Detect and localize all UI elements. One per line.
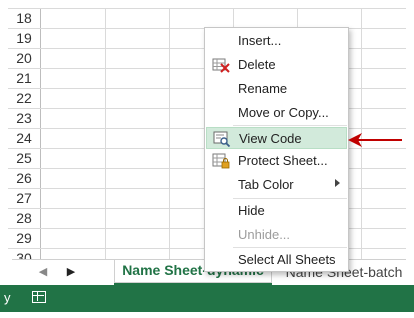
row-header[interactable]: 24 xyxy=(8,129,41,149)
delete-sheet-icon xyxy=(212,57,230,73)
row-header[interactable]: 19 xyxy=(8,29,41,49)
row-header[interactable]: 18 xyxy=(8,9,41,29)
red-arrow-icon xyxy=(348,133,402,147)
view-code-icon xyxy=(213,131,231,148)
row-header[interactable]: 30 xyxy=(8,249,41,259)
scroll-right-icon[interactable]: ▶ xyxy=(62,260,80,285)
row-header[interactable]: 21 xyxy=(8,69,41,89)
menu-item-select-all-sheets[interactable]: Select All Sheets xyxy=(206,249,347,271)
row-header[interactable]: 20 xyxy=(8,49,41,69)
row-header[interactable]: 29 xyxy=(8,229,41,249)
status-bar: y xyxy=(0,285,414,312)
menu-item-label: Delete xyxy=(238,57,276,72)
row-header[interactable]: 23 xyxy=(8,109,41,129)
status-mode-text: y xyxy=(4,290,11,305)
menu-item-label: Move or Copy... xyxy=(238,105,329,120)
menu-separator xyxy=(233,247,347,248)
menu-item-label: Protect Sheet... xyxy=(238,153,328,168)
row-header[interactable]: 28 xyxy=(8,209,41,229)
menu-item-label: View Code xyxy=(239,131,302,146)
scroll-left-icon[interactable]: ◀ xyxy=(34,260,52,285)
sheet-context-menu: Insert... Delete Rename Move or Copy... xyxy=(204,27,349,272)
menu-item-delete[interactable]: Delete xyxy=(206,54,347,76)
menu-item-label: Unhide... xyxy=(238,227,291,242)
submenu-arrow-icon xyxy=(335,179,340,187)
row-header[interactable]: 22 xyxy=(8,89,41,109)
menu-item-label: Insert... xyxy=(238,33,282,48)
menu-item-rename[interactable]: Rename xyxy=(206,78,347,100)
row-header[interactable]: 27 xyxy=(8,189,41,209)
menu-item-hide[interactable]: Hide xyxy=(206,200,347,222)
menu-separator xyxy=(233,198,347,199)
menu-item-move-copy[interactable]: Move or Copy... xyxy=(206,102,347,124)
menu-item-unhide: Unhide... xyxy=(206,224,347,246)
menu-separator xyxy=(233,125,347,126)
menu-item-view-code[interactable]: View Code xyxy=(206,127,347,149)
macro-recording-icon[interactable] xyxy=(32,291,46,303)
menu-item-label: Rename xyxy=(238,81,288,96)
menu-item-label: Select All Sheets xyxy=(238,252,336,267)
menu-item-protect-sheet[interactable]: Protect Sheet... xyxy=(206,150,347,172)
protect-sheet-icon xyxy=(212,153,230,169)
row-header[interactable]: 26 xyxy=(8,169,41,189)
menu-item-label: Tab Color xyxy=(238,177,294,192)
menu-item-insert[interactable]: Insert... xyxy=(206,30,347,52)
menu-item-label: Hide xyxy=(238,203,265,218)
grid-row: 18 xyxy=(8,8,406,29)
menu-item-tab-color[interactable]: Tab Color xyxy=(206,174,347,196)
row-header[interactable]: 25 xyxy=(8,149,41,169)
